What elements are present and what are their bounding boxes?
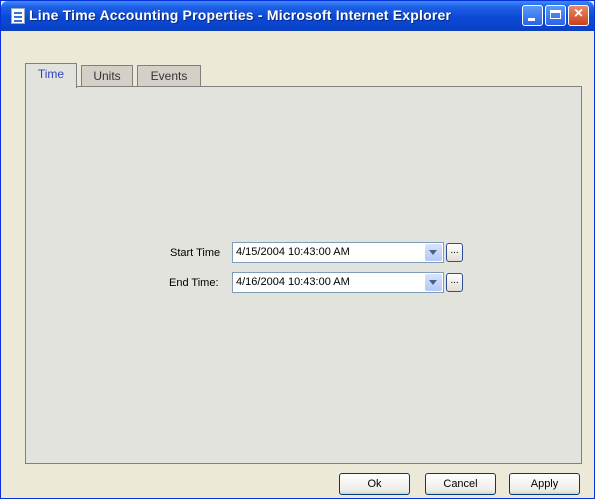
end-time-select[interactable]: 4/16/2004 10:43:00 AM	[232, 272, 444, 293]
start-time-picker-button[interactable]: ...	[446, 243, 463, 262]
chevron-down-icon[interactable]	[425, 244, 442, 261]
chevron-down-icon[interactable]	[425, 274, 442, 291]
start-time-value: 4/15/2004 10:43:00 AM	[236, 246, 350, 258]
tab-units[interactable]: Units	[81, 65, 133, 87]
start-time-select[interactable]: 4/15/2004 10:43:00 AM	[232, 242, 444, 263]
ok-button[interactable]: Ok	[339, 473, 410, 495]
minimize-button[interactable]	[522, 5, 543, 26]
close-icon: ×	[573, 5, 584, 22]
close-button[interactable]: ×	[568, 5, 589, 26]
tab-events[interactable]: Events	[137, 65, 201, 87]
apply-button[interactable]: Apply	[509, 473, 580, 495]
end-time-label: End Time:	[169, 277, 219, 289]
time-tab-panel: Start Time 4/15/2004 10:43:00 AM ... End…	[25, 86, 582, 464]
ie-page-icon	[11, 8, 25, 24]
browser-window: Line Time Accounting Properties - Micros…	[0, 0, 595, 499]
title-bar[interactable]: Line Time Accounting Properties - Micros…	[1, 1, 594, 31]
end-time-picker-button[interactable]: ...	[446, 273, 463, 292]
maximize-button[interactable]	[545, 5, 566, 26]
end-time-value: 4/16/2004 10:43:00 AM	[236, 276, 350, 288]
cancel-button[interactable]: Cancel	[425, 473, 496, 495]
window-title: Line Time Accounting Properties - Micros…	[29, 7, 452, 23]
start-time-label: Start Time	[170, 247, 221, 259]
tab-time[interactable]: Time	[25, 63, 77, 88]
